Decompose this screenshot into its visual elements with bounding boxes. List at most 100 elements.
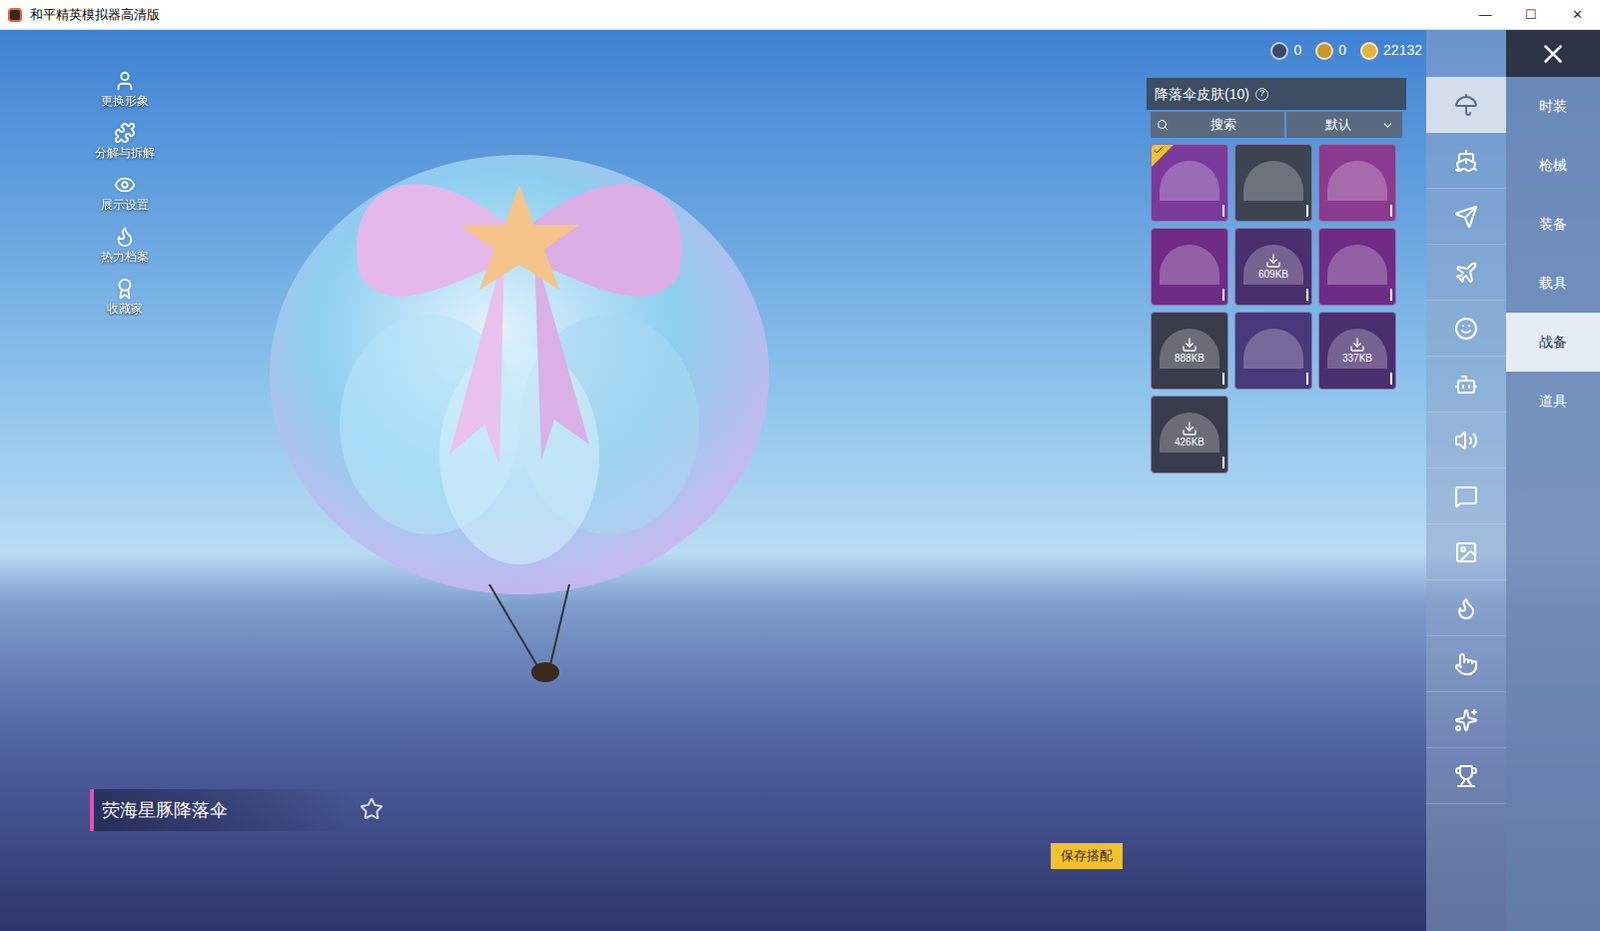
item-name-label: 荧海星豚降落伞 (89, 789, 350, 831)
search-field[interactable]: 搜索 (1150, 111, 1285, 138)
game-area: 更换形象分解与拆解展示设置热力档案收藏家 00 22132 降落伞皮肤(10)?搜索默… (0, 29, 1600, 931)
item-corner-bar (1222, 204, 1225, 217)
category-tab[interactable]: 时装 (1506, 76, 1600, 136)
skin-panel: 降落伞皮肤(10)?搜索默认 609KB 888KB 337KB 426KB (1146, 77, 1407, 474)
skin-thumb-icon (1159, 160, 1220, 201)
skin-thumb-icon (1327, 244, 1388, 285)
icon-tab[interactable] (1426, 748, 1507, 804)
skin-item[interactable] (1150, 227, 1229, 306)
download-icon (1265, 252, 1282, 269)
window-control[interactable]: ☐ (1508, 0, 1555, 30)
check-icon (1152, 144, 1164, 156)
app-logo-icon (7, 7, 22, 22)
skin-item[interactable]: 426KB (1150, 395, 1229, 474)
category-tab[interactable]: 战备 (1506, 312, 1600, 372)
close-icon (1538, 38, 1569, 69)
search-icon (1156, 118, 1169, 131)
item-corner-bar (1222, 372, 1225, 385)
download-size: 888KB (1174, 352, 1205, 366)
side-menu-icon (113, 121, 136, 144)
window-control[interactable]: ✕ (1554, 0, 1600, 30)
tab-icon (1454, 484, 1479, 509)
item-corner-bar (1222, 456, 1225, 469)
sort-select[interactable]: 默认 (1286, 111, 1403, 138)
download-size: 337KB (1342, 352, 1373, 366)
tab-icon (1454, 316, 1479, 341)
category-tab[interactable]: 枪械 (1506, 135, 1600, 195)
tab-icon (1454, 596, 1479, 621)
category-tab[interactable]: 载具 (1506, 253, 1600, 313)
skin-item[interactable]: 609KB (1234, 227, 1313, 306)
icon-tab[interactable] (1426, 580, 1507, 637)
currency: 22132 (1360, 39, 1423, 61)
icon-tab[interactable] (1426, 692, 1507, 749)
icon-tab[interactable] (1426, 76, 1507, 133)
app-window: 和平精英模拟器高清版 —☐✕ 更换形象分解与拆解展示设置热力档案收藏家 00 22132… (0, 0, 1600, 931)
skin-item[interactable] (1318, 227, 1397, 306)
window-title: 和平精英模拟器高清版 (29, 4, 160, 25)
category-tab[interactable]: 装备 (1506, 194, 1600, 254)
item-corner-bar (1222, 288, 1225, 301)
download-icon (1181, 336, 1198, 353)
currency-icon (1360, 41, 1379, 60)
tab-icon (1454, 148, 1479, 173)
icon-tab[interactable] (1426, 132, 1507, 189)
side-menu-icon (113, 277, 136, 300)
icon-tab[interactable] (1426, 636, 1507, 693)
title-bar: 和平精英模拟器高清版 —☐✕ (0, 0, 1600, 30)
tab-icon (1454, 652, 1479, 677)
skin-item[interactable]: 888KB (1150, 311, 1229, 390)
skin-item[interactable]: 337KB (1318, 311, 1397, 390)
skin-thumb-icon (1243, 328, 1304, 369)
icon-tab[interactable] (1426, 188, 1507, 245)
icon-tab[interactable] (1426, 412, 1507, 469)
download-icon (1349, 336, 1366, 353)
skin-item[interactable] (1234, 311, 1313, 390)
icon-tab[interactable] (1426, 524, 1507, 581)
item-corner-bar (1306, 204, 1309, 217)
favorite-star-icon[interactable] (359, 797, 384, 821)
parachute-preview-icon (249, 124, 809, 685)
skin-thumb-icon (1327, 160, 1388, 201)
side-menu-item[interactable]: 热力档案 (100, 225, 149, 266)
side-menu-icon (113, 225, 136, 248)
close-button[interactable] (1506, 29, 1600, 77)
icon-tab[interactable] (1426, 468, 1507, 525)
chevron-down-icon (1381, 118, 1395, 132)
skin-item[interactable] (1234, 143, 1313, 222)
icon-tab[interactable] (1426, 300, 1507, 357)
side-menu-item[interactable]: 收藏家 (106, 277, 143, 318)
category-column: 时装枪械装备载具战备道具 (1506, 29, 1600, 931)
icon-tab-column (1426, 29, 1507, 931)
download-icon (1181, 420, 1198, 437)
download-size: 426KB (1174, 436, 1205, 450)
skin-item[interactable] (1318, 143, 1397, 222)
item-corner-bar (1390, 204, 1393, 217)
skin-grid: 609KB 888KB 337KB 426KB (1150, 143, 1407, 474)
tab-icon (1454, 260, 1479, 285)
tab-icon (1454, 204, 1479, 229)
download-size: 609KB (1258, 268, 1289, 282)
skin-thumb-icon (1243, 160, 1304, 201)
currency: 0 (1315, 39, 1347, 61)
category-tab[interactable]: 道具 (1506, 371, 1600, 431)
currency: 0 (1270, 39, 1302, 61)
tab-icon (1454, 764, 1479, 789)
item-corner-bar (1306, 372, 1309, 385)
icon-tab[interactable] (1426, 244, 1507, 301)
side-menu-icon (113, 173, 136, 196)
side-menu-item[interactable]: 分解与拆解 (94, 121, 155, 162)
window-control[interactable]: — (1462, 0, 1509, 30)
tab-icon (1454, 540, 1479, 565)
icon-tab[interactable] (1426, 356, 1507, 413)
save-button[interactable]: 保存搭配 (1050, 842, 1123, 869)
help-icon[interactable]: ? (1255, 87, 1269, 101)
currency-icon (1315, 41, 1334, 60)
panel-header: 降落伞皮肤(10)? (1146, 77, 1407, 110)
tab-icon (1454, 708, 1479, 733)
item-corner-bar (1390, 288, 1393, 301)
side-menu-item[interactable]: 展示设置 (100, 173, 149, 214)
currency-icon (1270, 41, 1289, 60)
skin-item[interactable] (1150, 143, 1229, 222)
side-menu-item[interactable]: 更换形象 (100, 69, 149, 110)
